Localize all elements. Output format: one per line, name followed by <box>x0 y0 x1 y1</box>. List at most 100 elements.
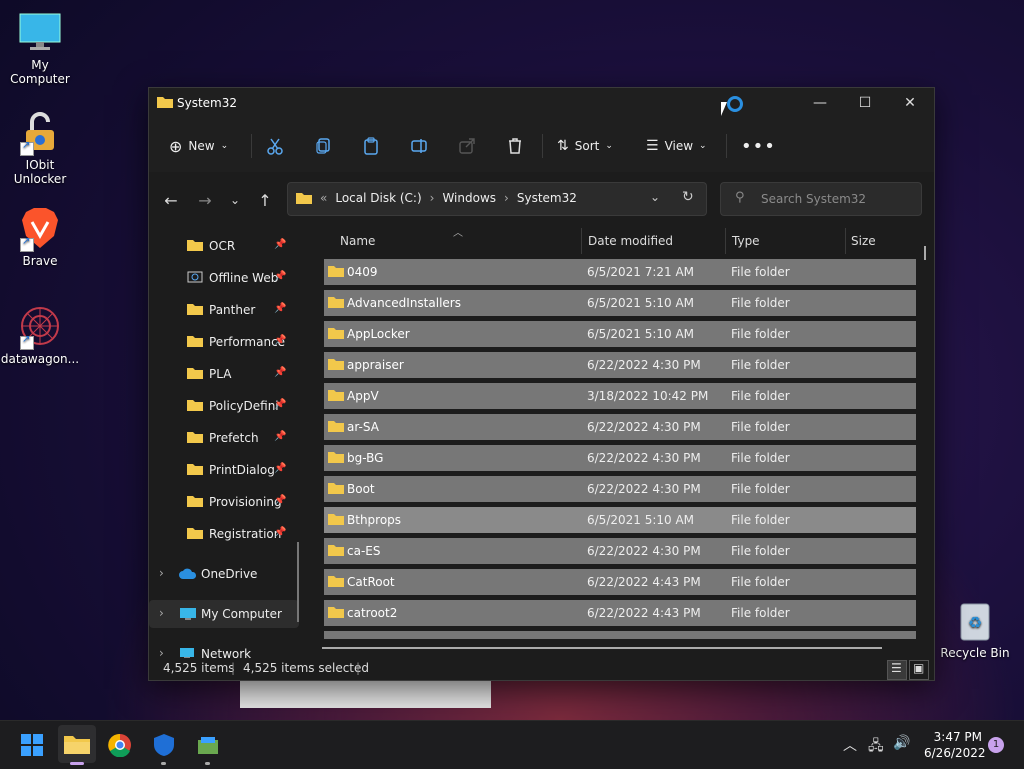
table-row[interactable]: bg-BG 6/22/2022 4:30 PM File folder <box>324 445 916 471</box>
nav-item[interactable]: Panther 📌 <box>149 296 299 324</box>
breadcrumb-item[interactable]: Local Disk (C:) <box>335 191 421 205</box>
chevron-right-icon[interactable]: › <box>159 646 164 658</box>
nav-item[interactable]: Provisioning 📌 <box>149 488 299 516</box>
desktop-icon-recycle-bin[interactable]: ♻ Recycle Bin <box>935 598 1015 660</box>
desktop-icon-my-computer[interactable]: My Computer <box>0 10 80 86</box>
nav-item[interactable]: PolicyDefini 📌 <box>149 392 299 420</box>
rename-icon <box>411 139 427 153</box>
volume-icon[interactable]: 🔊 <box>893 735 910 751</box>
tiles-view-button[interactable]: ▣ <box>909 660 929 680</box>
network-icon[interactable]: 🖧 <box>868 735 884 759</box>
navigation-scrollbar[interactable] <box>297 542 299 622</box>
nav-item[interactable]: PLA 📌 <box>149 360 299 388</box>
back-button[interactable]: ← <box>159 188 183 212</box>
table-row[interactable]: CatRoot 6/22/2022 4:43 PM File folder <box>324 569 916 595</box>
table-row[interactable]: ca-ES 6/22/2022 4:30 PM File folder <box>324 538 916 564</box>
table-row[interactable]: catroot2 6/22/2022 4:43 PM File folder <box>324 600 916 626</box>
forward-button[interactable]: → <box>193 188 217 212</box>
nav-item[interactable]: OCR 📌 <box>149 232 299 260</box>
nav-item-label: OneDrive <box>201 567 258 581</box>
address-dropdown-icon[interactable]: ⌄ <box>650 190 660 204</box>
chevron-right-icon[interactable]: › <box>159 566 164 580</box>
show-hidden-icons-button[interactable]: ︿ <box>843 735 857 755</box>
title-bar[interactable]: System32 — ☐ ✕ <box>149 88 934 120</box>
copy-button[interactable] <box>314 132 332 160</box>
pin-icon: 📌 <box>274 463 287 474</box>
sort-up-chevron-icon: ︿ <box>453 228 463 239</box>
notification-badge[interactable]: 1 <box>988 737 1004 753</box>
recent-locations-button[interactable]: ⌄ <box>223 188 247 212</box>
table-row[interactable]: Boot 6/22/2022 4:30 PM File folder <box>324 476 916 502</box>
chevron-right-icon[interactable]: › <box>159 606 164 620</box>
table-row[interactable]: Bthprops 6/5/2021 5:10 AM File folder <box>324 507 916 533</box>
chrome-icon <box>108 733 131 757</box>
file-name: AppV <box>347 389 379 403</box>
details-view-button[interactable]: ☰ <box>887 660 907 680</box>
file-type: File folder <box>731 606 790 620</box>
pin-icon: 📌 <box>274 399 287 410</box>
file-date: 6/22/2022 4:30 PM <box>587 451 701 465</box>
folder-icon <box>187 368 203 379</box>
delete-button[interactable] <box>506 132 524 160</box>
new-button[interactable]: ⊕ New ⌄ <box>169 132 228 160</box>
start-button[interactable] <box>18 731 46 759</box>
sort-arrows-icon: ⇅ <box>557 138 569 154</box>
column-header-type[interactable]: Type <box>731 226 843 256</box>
nav-item-network[interactable]: › Network <box>149 640 299 658</box>
share-button[interactable] <box>458 132 476 160</box>
column-header-size[interactable]: Size <box>851 226 931 256</box>
file-explorer-window[interactable]: System32 — ☐ ✕ ⊕ New ⌄ ⇅ Sort ⌄ ☰ View ⌄… <box>148 87 935 681</box>
more-options-button[interactable]: ••• <box>741 132 776 160</box>
nav-item[interactable]: PrintDialog 📌 <box>149 456 299 484</box>
search-input[interactable]: Search System32 <box>761 192 866 206</box>
taskbar-app[interactable] <box>194 731 222 765</box>
nav-item-my-computer[interactable]: › My Computer <box>149 600 299 628</box>
search-box[interactable]: ⚲ Search System32 <box>720 182 922 216</box>
column-divider[interactable] <box>581 228 582 254</box>
sort-button[interactable]: ⇅ Sort ⌄ <box>557 132 613 160</box>
table-row-partial[interactable] <box>324 631 916 639</box>
breadcrumb-item[interactable]: Windows <box>442 191 496 205</box>
table-row[interactable]: 0409 6/5/2021 7:21 AM File folder <box>324 259 916 285</box>
up-button[interactable]: ↑ <box>253 188 277 212</box>
nav-item[interactable]: Performance 📌 <box>149 328 299 356</box>
column-header-date[interactable]: Date modified <box>587 226 727 256</box>
taskbar-file-explorer[interactable] <box>58 725 96 765</box>
address-bar[interactable]: « Local Disk (C:) › Windows › System32 ⌄… <box>287 182 707 216</box>
nav-item[interactable]: Prefetch 📌 <box>149 424 299 452</box>
nav-item[interactable]: Registration 📌 <box>149 520 299 548</box>
rename-button[interactable] <box>410 132 428 160</box>
desktop-icon-brave[interactable]: Brave <box>0 206 80 268</box>
taskbar-security[interactable] <box>150 731 178 765</box>
breadcrumb: « Local Disk (C:) › Windows › System32 <box>296 191 577 205</box>
cut-button[interactable] <box>266 132 284 160</box>
table-row[interactable]: AdvancedInstallers 6/5/2021 5:10 AM File f… <box>324 290 916 316</box>
copy-icon <box>316 138 330 154</box>
maximize-button[interactable]: ☐ <box>842 88 888 118</box>
refresh-icon[interactable]: ↻ <box>682 189 694 205</box>
list-view-icon: ☰ <box>646 138 659 154</box>
table-row[interactable]: appraiser 6/22/2022 4:30 PM File folder <box>324 352 916 378</box>
view-button[interactable]: ☰ View ⌄ <box>646 132 707 160</box>
table-row[interactable]: ar-SA 6/22/2022 4:30 PM File folder <box>324 414 916 440</box>
breadcrumb-overflow-icon[interactable]: « <box>320 191 327 205</box>
close-button[interactable]: ✕ <box>887 88 933 118</box>
nav-item-onedrive[interactable]: › OneDrive <box>149 560 299 588</box>
horizontal-scrollbar[interactable] <box>322 647 882 649</box>
column-divider[interactable] <box>845 228 846 254</box>
minimize-button[interactable]: — <box>797 88 843 118</box>
table-row[interactable]: AppV 3/18/2022 10:42 PM File folder <box>324 383 916 409</box>
column-divider[interactable] <box>725 228 726 254</box>
desktop-icon-datawagon[interactable]: datawagon... <box>0 304 80 366</box>
table-row[interactable]: AppLocker 6/5/2021 5:10 AM File folder <box>324 321 916 347</box>
nav-item[interactable]: Offline Web 📌 <box>149 264 299 292</box>
file-type: File folder <box>731 265 790 279</box>
taskbar-chrome[interactable] <box>106 731 134 759</box>
paste-button[interactable] <box>362 132 380 160</box>
vertical-scrollbar[interactable] <box>924 246 926 260</box>
file-date: 6/22/2022 4:43 PM <box>587 606 701 620</box>
breadcrumb-item[interactable]: System32 <box>517 191 577 205</box>
column-header-name[interactable]: Name ︿ <box>329 226 579 256</box>
desktop-icon-iobit-unlocker[interactable]: IObit Unlocker <box>0 110 80 186</box>
clock[interactable]: 3:47 PM 6/26/2022 <box>924 729 986 761</box>
